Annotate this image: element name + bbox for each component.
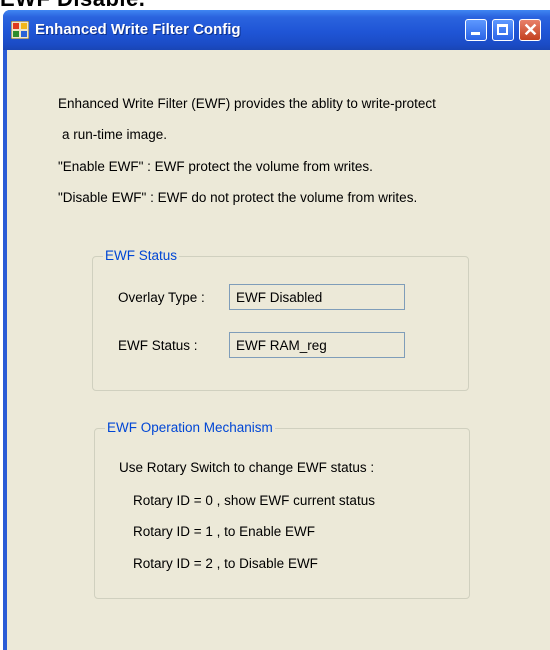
overlay-type-label: Overlay Type : [118, 290, 205, 305]
maximize-icon [497, 24, 508, 35]
minimize-icon [471, 32, 480, 35]
intro-line-2: a run-time image. [62, 127, 168, 142]
intro-line-4: "Disable EWF" : EWF do not protect the v… [58, 190, 418, 205]
operation-line-4: Rotary ID = 2 , to Disable EWF [133, 556, 318, 571]
overlay-type-field: EWF Disabled [229, 284, 405, 310]
maximize-button[interactable] [492, 19, 514, 41]
window-title: Enhanced Write Filter Config [35, 21, 241, 38]
title-bar[interactable]: Enhanced Write Filter Config ✕ [3, 10, 550, 50]
operation-line-3: Rotary ID = 1 , to Enable EWF [133, 524, 315, 539]
app-icon [11, 21, 29, 39]
ewf-status-field: EWF RAM_reg [229, 332, 405, 358]
ewf-status-label: EWF Status : [118, 338, 198, 353]
close-button[interactable]: ✕ [519, 19, 541, 41]
ewf-status-legend: EWF Status [103, 248, 180, 263]
operation-line-2: Rotary ID = 0 , show EWF current status [133, 493, 375, 508]
operation-line-1: Use Rotary Switch to change EWF status : [119, 460, 375, 475]
intro-line-1: Enhanced Write Filter (EWF) provides the… [58, 96, 436, 111]
close-icon: ✕ [523, 20, 539, 40]
client-area: Enhanced Write Filter (EWF) provides the… [7, 50, 550, 650]
ewf-status-group: EWF Status Overlay Type : EWF Disabled E… [92, 248, 469, 391]
intro-line-3: "Enable EWF" : EWF protect the volume fr… [58, 159, 373, 174]
ewf-operation-legend: EWF Operation Mechanism [105, 420, 275, 435]
minimize-button[interactable] [465, 19, 487, 41]
ewf-operation-group: EWF Operation Mechanism Use Rotary Switc… [94, 420, 470, 599]
config-window: Enhanced Write Filter Config ✕ Enhanced … [3, 10, 550, 650]
